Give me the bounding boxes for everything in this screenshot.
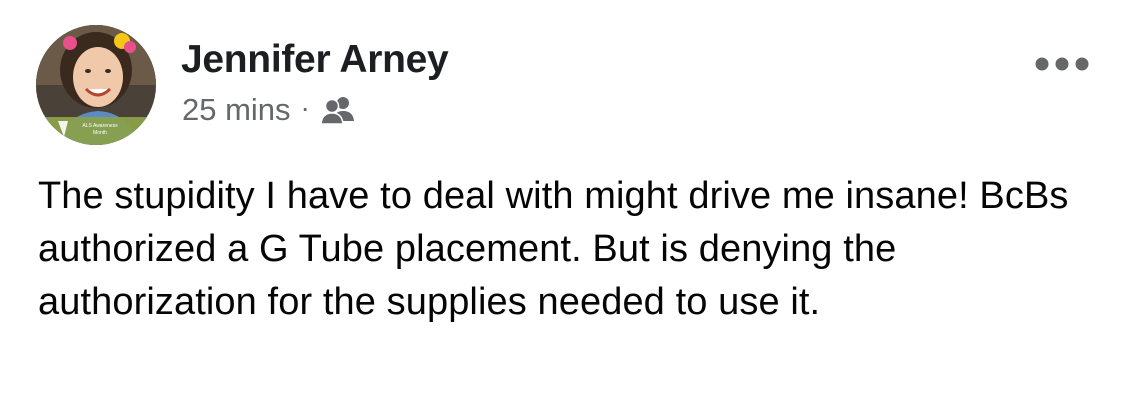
more-options-icon (1035, 57, 1089, 71)
more-options-button[interactable] (1030, 46, 1094, 82)
meta-separator: · (300, 92, 310, 123)
post-timestamp[interactable]: 25 mins (182, 92, 291, 128)
author-name[interactable]: Jennifer Arney (181, 38, 449, 82)
friends-icon[interactable] (320, 95, 356, 125)
post-body-text: The stupidity I have to deal with might … (38, 175, 1069, 323)
author-avatar[interactable]: ALS Awareness Month (36, 25, 156, 145)
svg-text:Month: Month (93, 130, 107, 136)
profile-photo: ALS Awareness Month (36, 25, 156, 145)
svg-text:ALS Awareness: ALS Awareness (82, 123, 118, 129)
facebook-post: ALS Awareness Month Jennifer Arney 25 mi… (0, 0, 1125, 413)
post-meta: 25 mins · (182, 90, 356, 130)
